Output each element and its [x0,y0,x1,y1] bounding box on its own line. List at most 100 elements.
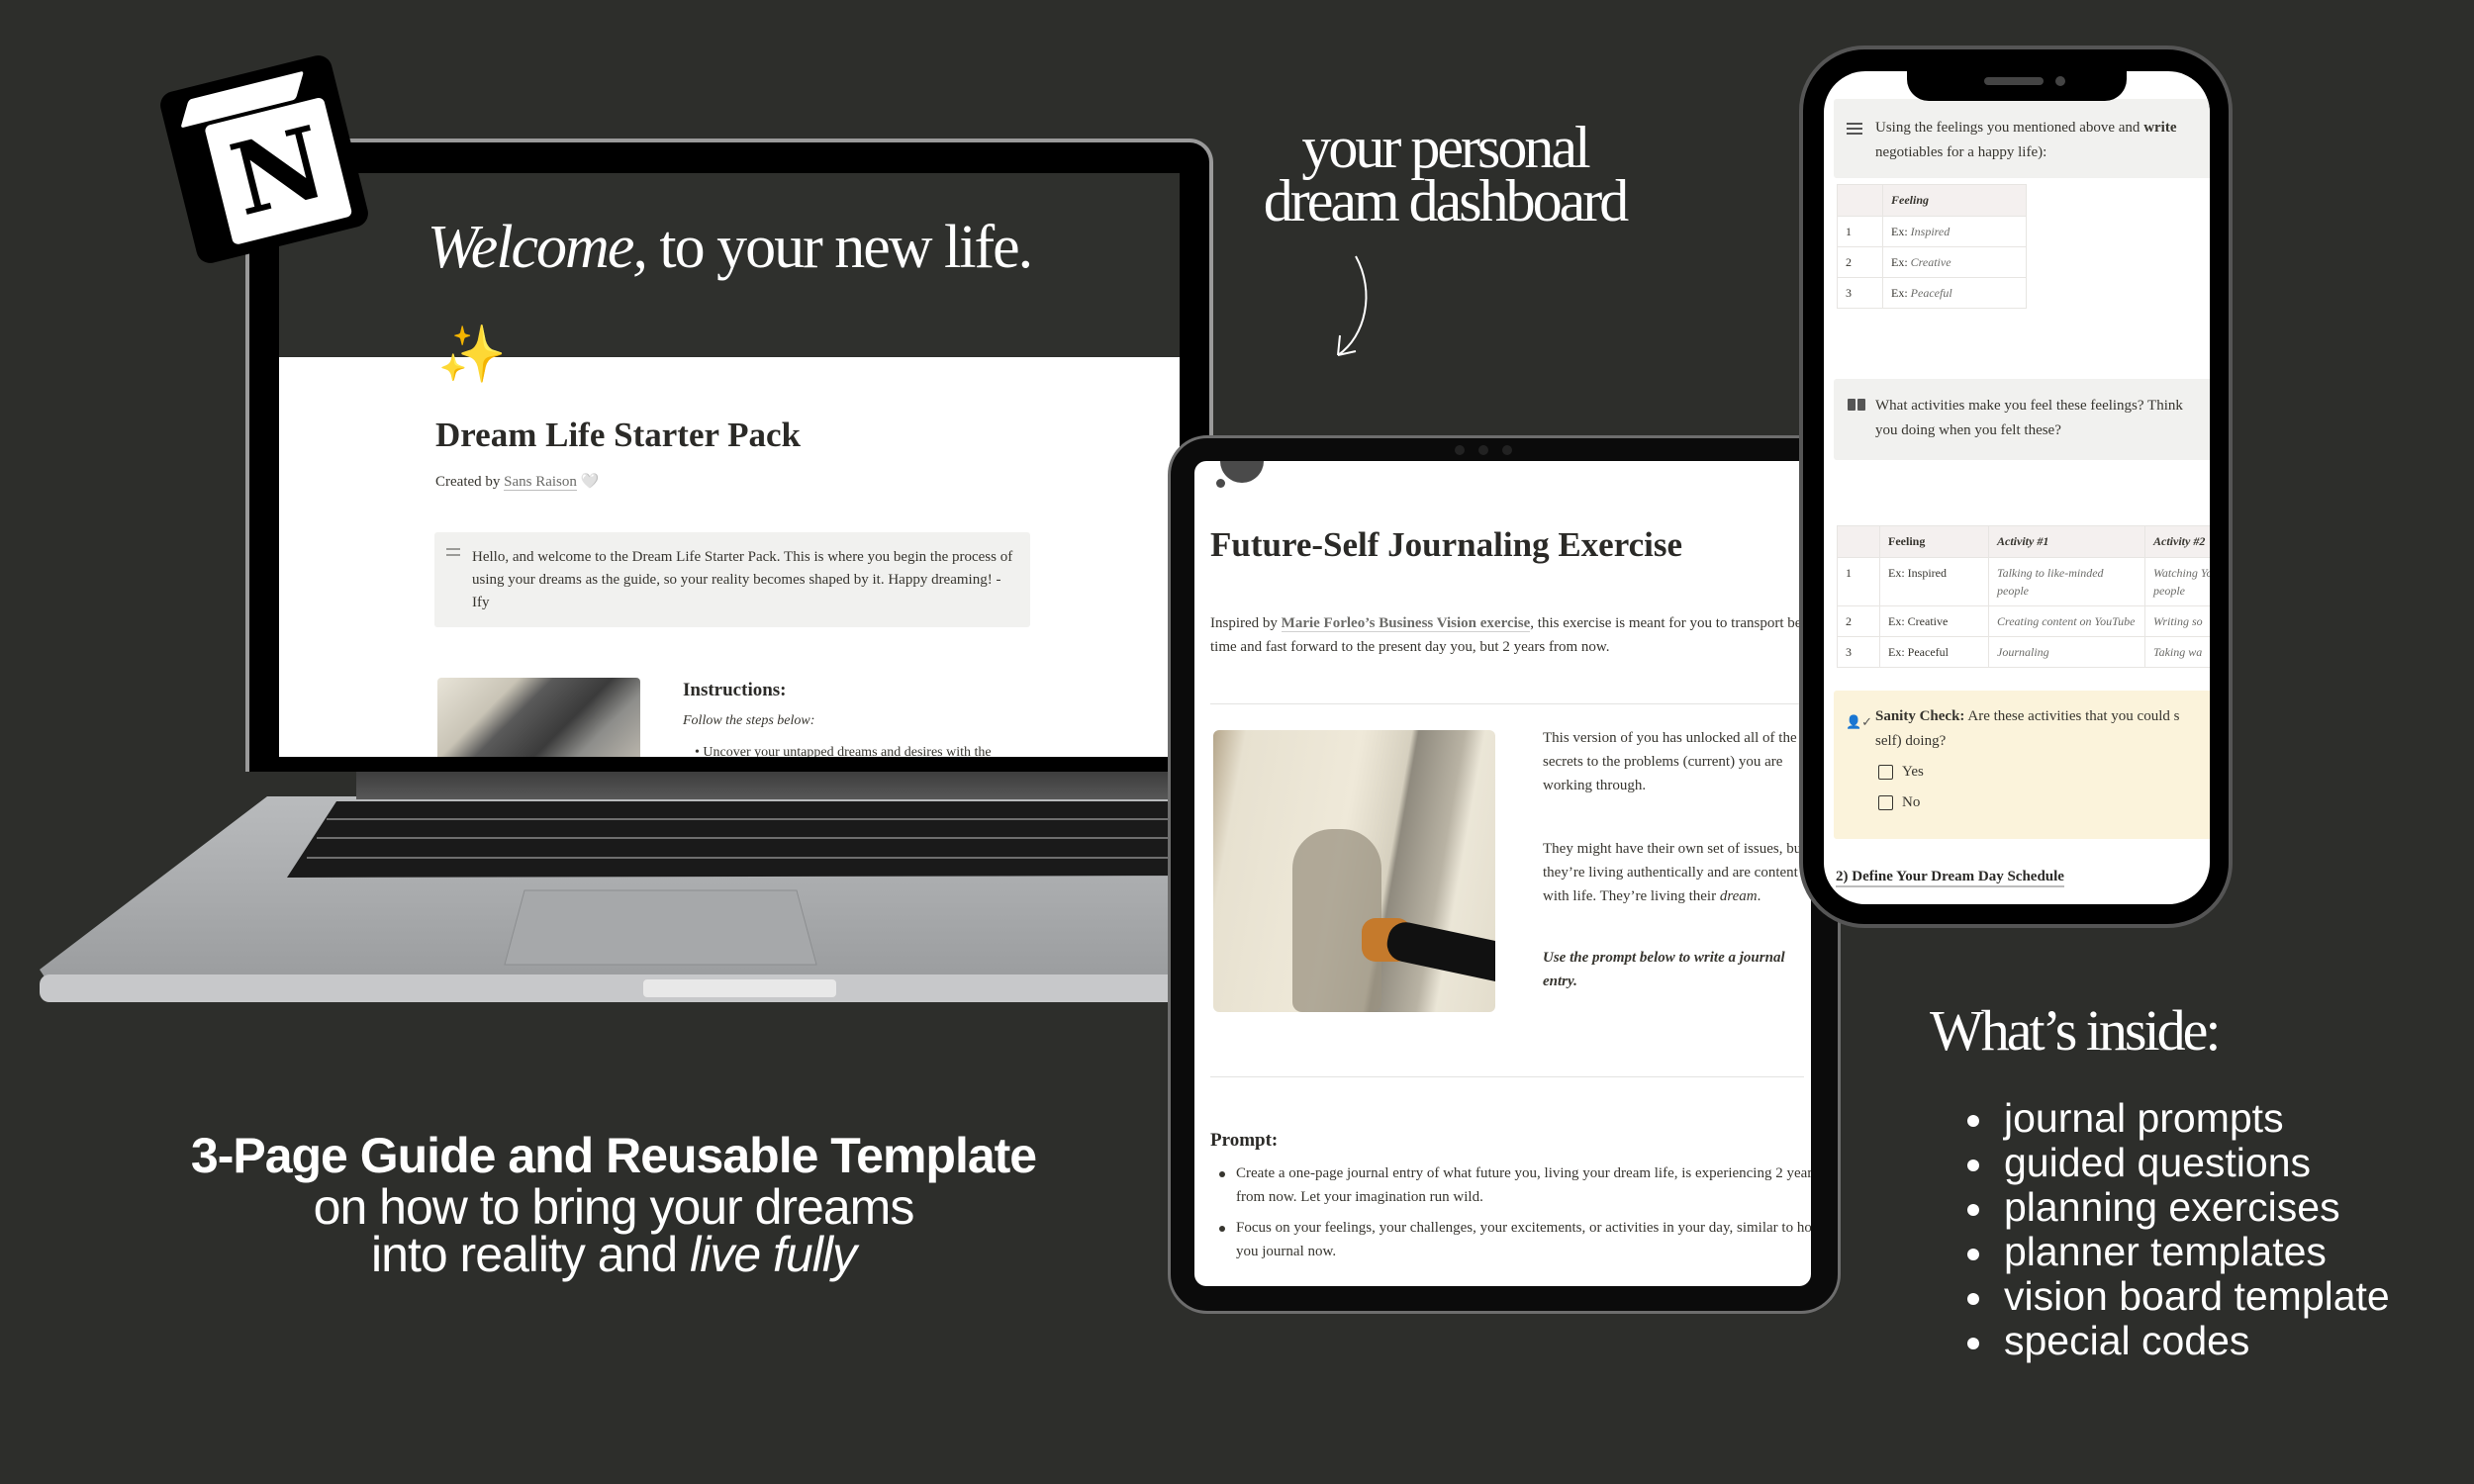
tagline-line2: dream dashboard [1263,168,1630,233]
book-icon [1848,399,1865,411]
camera-icon [2055,76,2065,86]
row-index: 1 [1837,216,1883,247]
person-check-icon: 👤✓ [1846,714,1873,729]
feeling-cell[interactable]: Ex: Creative [1882,246,2027,278]
laptop-keyboard-base [40,787,1217,1004]
prompt-heading: Prompt: [1210,1130,1279,1151]
cell-value: Creative [1910,255,1951,269]
prompt-instruction: Use the prompt below to write a journal … [1543,950,1785,989]
callout-text: Hello, and welcome to the Dream Life Sta… [472,549,1013,610]
trackpad[interactable] [504,889,817,966]
row-index: 2 [1837,246,1883,278]
phone-notch [1907,69,2127,101]
col-activity-2: Activity #2 [2144,525,2210,558]
feeling-cell[interactable]: Ex: Creative [1879,605,1989,637]
menu-lines-icon [446,548,460,556]
marie-forleo-link[interactable]: Marie Forleo’s Business Vision exercise [1281,615,1531,632]
cell-prefix: Ex: [1891,225,1911,238]
keyboard [287,801,1217,878]
feelings-table: Feeling 1 Ex: Inspired 2 Ex: Creative 3 Ex:… [1837,184,2027,309]
table-row[interactable]: 2 Ex: Creative Creating content on YouTu… [1837,605,2210,637]
headline-line3-text: into reality and [371,1227,691,1282]
instructions-subtitle: Follow the steps below: [683,713,815,728]
list-item: journal prompts [1964,1096,2390,1141]
issues-text: They might have their own set of issues,… [1543,841,1806,904]
intro-paragraph: Inspired by Marie Forleo’s Business Visi… [1210,611,1811,659]
headline-line3: into reality and live fully [119,1230,1108,1279]
checkbox-no[interactable]: No [1875,790,2210,815]
row-index: 3 [1837,636,1880,668]
section-heading-link[interactable]: 2) Define Your Dream Day Schedule [1836,869,2064,887]
menu-icon [1847,123,1862,135]
table-row[interactable]: 1 Ex: Inspired Talking to like-minded pe… [1837,557,2210,606]
col-feeling: Feeling [1879,525,1989,558]
page-icon-dot [1216,479,1225,488]
checkbox-label: No [1902,794,1921,810]
activity-cell[interactable]: Journaling [1988,636,2145,668]
feeling-cell[interactable]: Ex: Peaceful [1882,277,2027,309]
feeling-cell[interactable]: Ex: Inspired [1882,216,2027,247]
cell-prefix: Ex: [1891,255,1911,269]
instructions-bullet-text: Uncover your untapped dreams and desires… [703,745,992,757]
cell-prefix: Ex: [1891,286,1911,300]
whats-inside-title: What’s inside: [1930,998,2221,1063]
created-by-label: Created by [435,474,505,490]
sparkles-icon: ✨ [437,325,507,386]
photo-arm [1383,918,1495,987]
instructions-bullet: • Uncover your untapped dreams and desir… [695,745,992,757]
table-row[interactable]: 2 Ex: Creative [1837,246,2027,278]
cell-value: Peaceful [1910,286,1952,300]
list-item: Focus on your feelings, your challenges,… [1210,1216,1811,1263]
curved-arrow-icon [1337,255,1368,356]
activity-cell[interactable]: Writing so [2144,605,2210,637]
table-row[interactable]: 1 Ex: Inspired [1837,216,2027,247]
welcome-heading: Welcome, to your new life. [279,213,1180,283]
activity-cell[interactable]: Taking wa [2144,636,2210,668]
headline: 3-Page Guide and Reusable Template on ho… [119,1128,1108,1279]
checkbox-label: Yes [1902,764,1924,780]
issues-paragraph: They might have their own set of issues,… [1543,837,1811,908]
divider [1210,703,1804,704]
table-row[interactable]: 3 Ex: Peaceful [1837,277,2027,309]
laptop-hinge [356,768,1217,799]
col-feeling: Feeling [1882,184,2027,217]
speaker-icon [1984,77,2044,85]
sanity-check-callout: 👤✓ Sanity Check: Are these activities th… [1834,691,2210,839]
row-index: 1 [1837,557,1880,606]
row-index: 2 [1837,605,1880,637]
callout-line2: negotiables for a happy life): [1875,144,2047,160]
callout-line1: Using the feelings you mentioned above a… [1875,116,2210,140]
list-item: special codes [1964,1319,2390,1363]
page-title: Future-Self Journaling Exercise [1210,525,1683,564]
lid-notch [643,979,836,997]
welcome-callout: Hello, and welcome to the Dream Life Sta… [434,532,1030,627]
future-self-paragraph: This version of you has unlocked all of … [1543,730,1797,793]
callout-bold: write [2143,120,2177,136]
list-item: planner templates [1964,1230,2390,1274]
cover-banner: Welcome, to your new life. [279,173,1180,357]
checkbox-icon[interactable] [1878,795,1893,810]
list-item: Create a one-page journal entry of what … [1210,1161,1811,1209]
activity-cell[interactable]: Watching YouTube people [2144,557,2210,606]
tagline: your personal dream dashboard [1188,115,1702,233]
feeling-cell[interactable]: Ex: Inspired [1879,557,1989,606]
phone-screen: Using the feelings you mentioned above a… [1824,71,2210,904]
checkbox-icon[interactable] [1878,765,1893,780]
col-activity-1: Activity #1 [1988,525,2145,558]
checkbox-yes[interactable]: Yes [1875,760,2210,785]
whats-inside-list: journal prompts guided questions plannin… [1964,1096,2390,1363]
intro-prefix: Inspired by [1210,615,1282,631]
headline-line2: on how to bring your dreams [313,1179,915,1235]
cell-value: Inspired [1910,225,1951,238]
author-link[interactable]: Sans Raison [504,474,577,491]
sanity-line2: self) doing? [1875,733,1947,749]
page-icon [1220,461,1264,483]
table-row[interactable]: 3 Ex: Peaceful Journaling Taking wa [1837,636,2210,668]
list-item: vision board template [1964,1274,2390,1319]
callout-line2: you doing when you felt these? [1875,422,2061,438]
sanity-line1: Sanity Check: Are these activities that … [1875,704,2210,729]
feeling-cell[interactable]: Ex: Peaceful [1879,636,1989,668]
activity-cell[interactable]: Creating content on YouTube [1988,605,2145,637]
activity-cell[interactable]: Talking to like-minded people [1988,557,2145,606]
tagline-line1: your personal [1301,115,1590,180]
